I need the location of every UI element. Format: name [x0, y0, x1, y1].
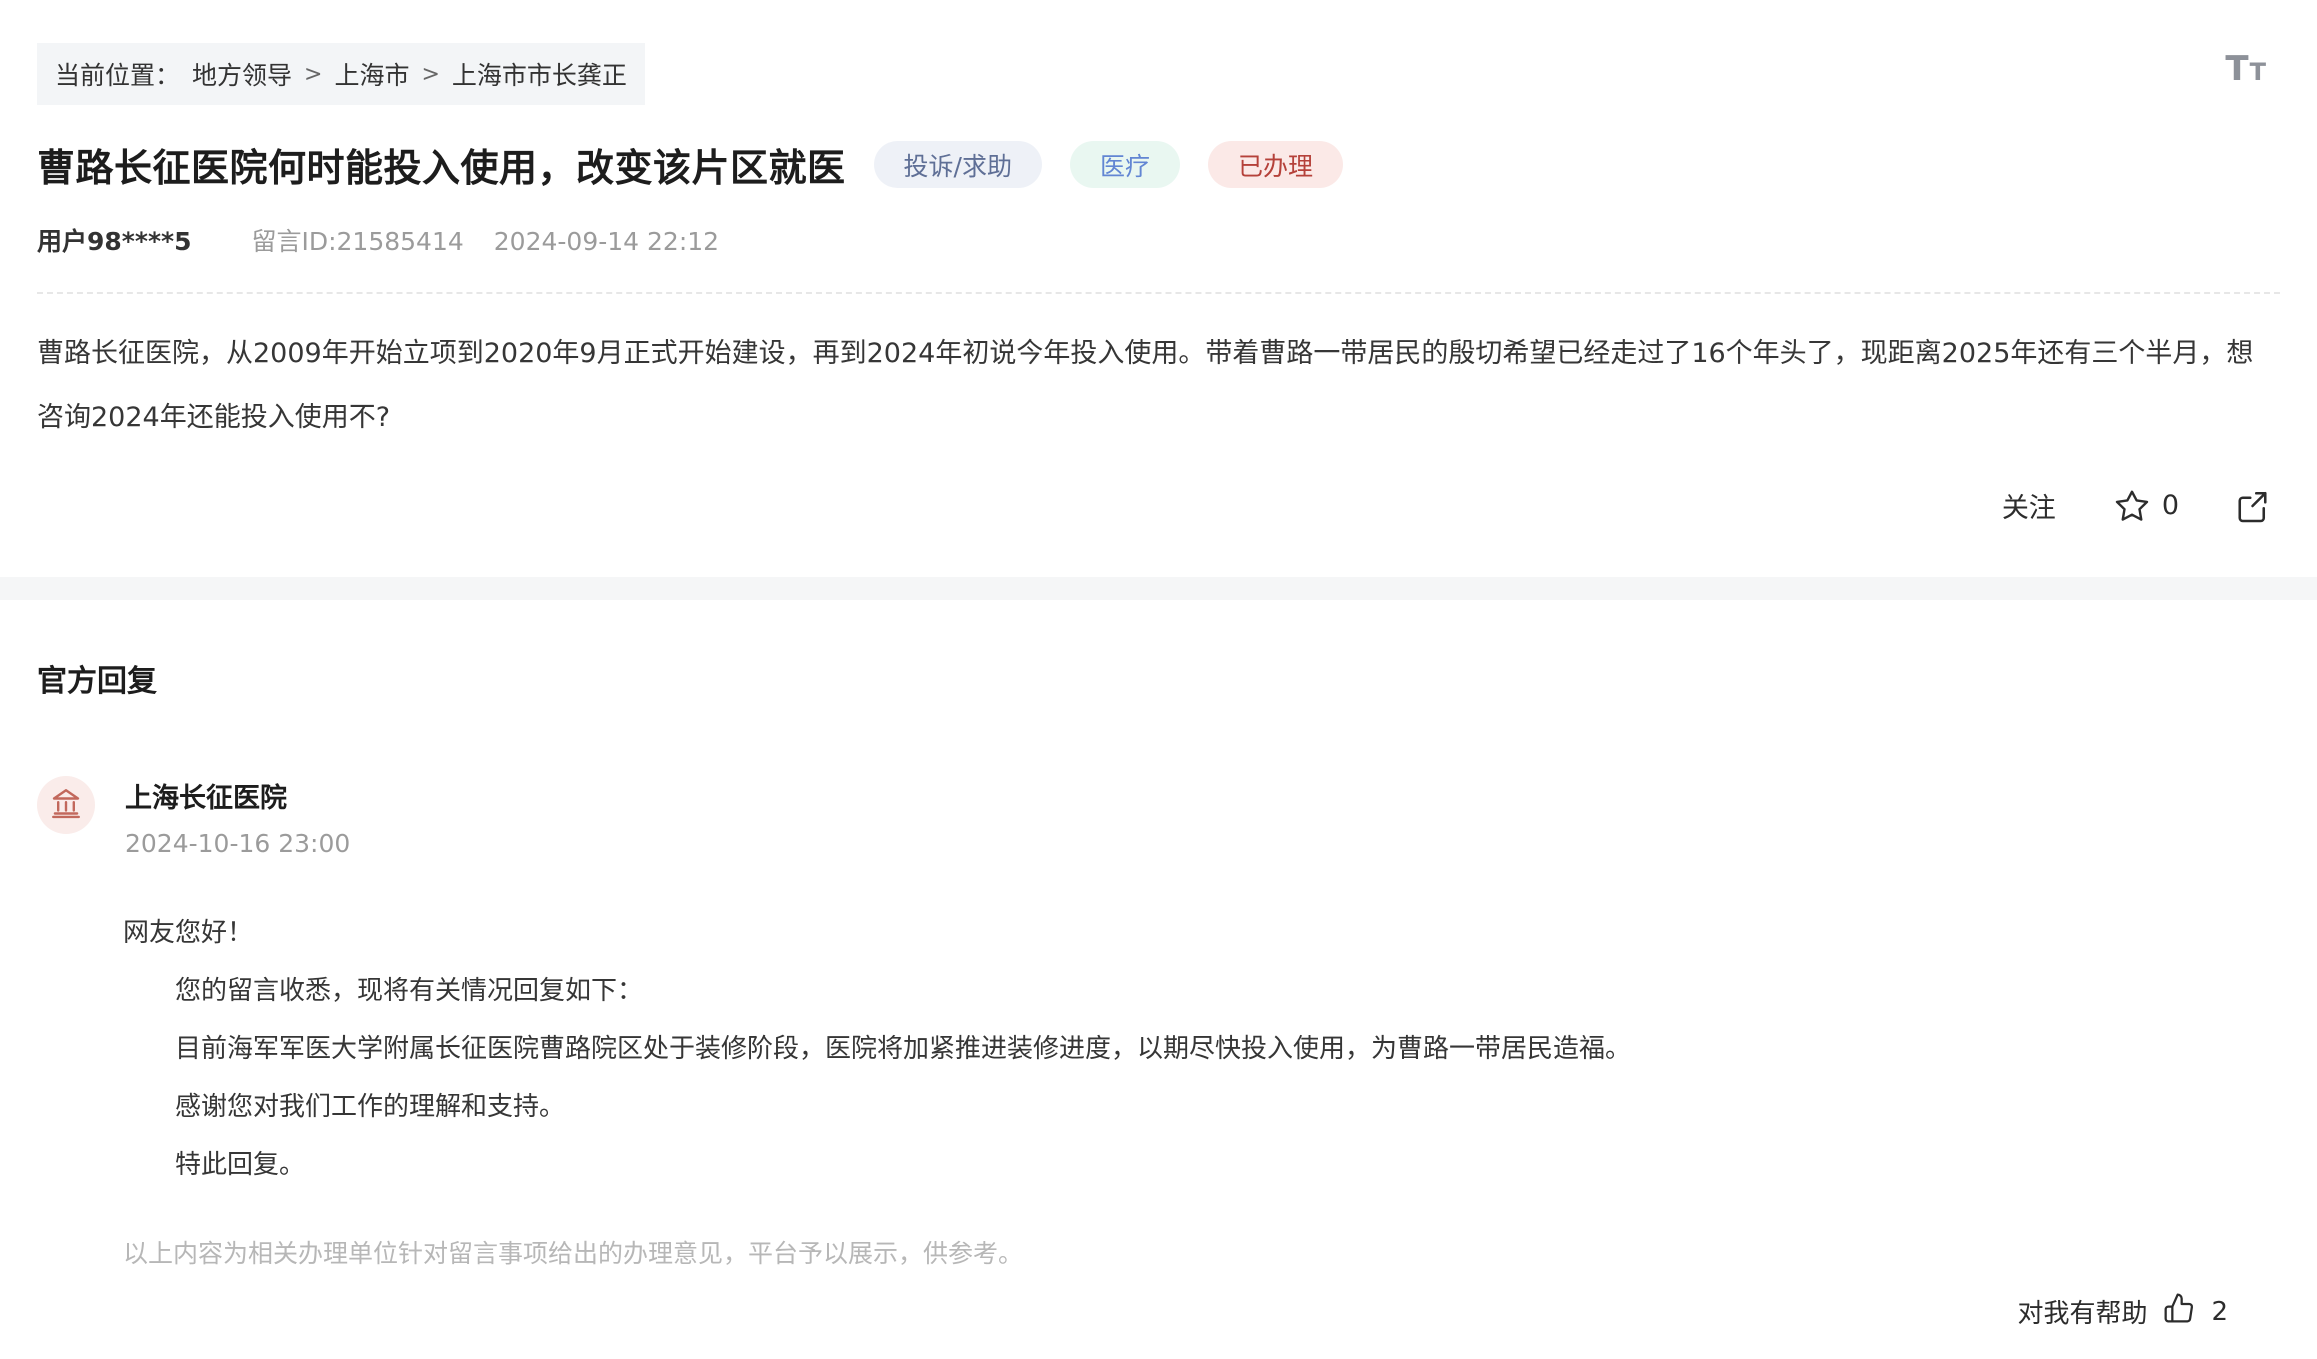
follow-button[interactable]: 关注 — [2002, 486, 2056, 525]
font-size-toggle-icon[interactable]: TT — [2225, 49, 2267, 89]
breadcrumb-prefix: 当前位置： — [55, 56, 180, 92]
reply-org-block: 上海长征医院 2024-10-16 23:00 — [125, 776, 350, 858]
status-badge-handled: 已办理 — [1208, 141, 1343, 188]
reply-paragraph: 特此回复。 — [123, 1136, 2240, 1194]
reply-timestamp: 2024-10-16 23:00 — [125, 829, 350, 858]
bank-icon — [48, 785, 84, 825]
star-icon — [2114, 488, 2150, 524]
tag-medical: 医疗 — [1070, 141, 1180, 188]
thumbs-up-button[interactable] — [2163, 1292, 2195, 1331]
thumbs-up-icon — [2163, 1301, 2195, 1331]
helpful-row: 对我有帮助 2 — [37, 1292, 2228, 1331]
title-row: 曹路长征医院何时能投入使用，改变该片区就医 投诉/求助 医疗 已办理 — [37, 137, 2280, 192]
message-timestamp: 2024-09-14 22:12 — [494, 227, 719, 256]
reply-paragraph: 网友您好！ — [123, 904, 2240, 962]
helpful-count: 2 — [2211, 1297, 2228, 1327]
tag-complaint-help: 投诉/求助 — [874, 141, 1042, 188]
favorite-button[interactable]: 0 — [2114, 488, 2179, 524]
breadcrumb-link-mayor[interactable]: 上海市市长龚正 — [452, 56, 627, 92]
breadcrumb: 当前位置： 地方领导 > 上海市 > 上海市市长龚正 — [37, 43, 645, 105]
helpful-label: 对我有帮助 — [2017, 1293, 2147, 1330]
official-reply-item: 上海长征医院 2024-10-16 23:00 网友您好！ 您的留言收悉，现将有… — [37, 776, 2280, 1331]
message-body: 曹路长征医院，从2009年开始立项到2020年9月正式开始建设，再到2024年初… — [37, 322, 2280, 450]
breadcrumb-link-shanghai[interactable]: 上海市 — [334, 56, 409, 92]
reply-paragraph: 您的留言收悉，现将有关情况回复如下： — [123, 962, 2240, 1020]
breadcrumb-separator: > — [304, 62, 322, 87]
favorite-count: 0 — [2162, 490, 2179, 521]
top-row: 当前位置： 地方领导 > 上海市 > 上海市市长龚正 TT — [37, 43, 2267, 105]
message-actions: 关注 0 — [0, 486, 2269, 525]
breadcrumb-link-local-leaders[interactable]: 地方领导 — [192, 56, 292, 92]
reply-disclaimer: 以上内容为相关办理单位针对留言事项给出的办理意见，平台予以展示，供参考。 — [123, 1234, 2280, 1270]
reply-org-name[interactable]: 上海长征医院 — [125, 776, 350, 815]
message-meta: 用户98****5 留言ID:21585414 2024-09-14 22:12 — [37, 222, 2280, 294]
reply-header: 上海长征医院 2024-10-16 23:00 — [37, 776, 2280, 858]
section-divider — [0, 577, 2317, 600]
message-id: 留言ID:21585414 — [251, 222, 463, 258]
page-title: 曹路长征医院何时能投入使用，改变该片区就医 — [37, 137, 846, 192]
message-author: 用户98****5 — [37, 222, 191, 258]
reply-paragraph: 目前海军军医大学附属长征医院曹路院区处于装修阶段，医院将加紧推进装修进度，以期尽… — [123, 1020, 2240, 1078]
reply-body: 网友您好！ 您的留言收悉，现将有关情况回复如下： 目前海军军医大学附属长征医院曹… — [123, 904, 2240, 1194]
share-icon — [2233, 488, 2269, 524]
reply-paragraph: 感谢您对我们工作的理解和支持。 — [123, 1078, 2240, 1136]
share-button[interactable] — [2233, 488, 2269, 524]
official-reply-heading: 官方回复 — [37, 656, 2280, 700]
breadcrumb-separator: > — [421, 62, 439, 87]
org-avatar[interactable] — [37, 776, 95, 834]
